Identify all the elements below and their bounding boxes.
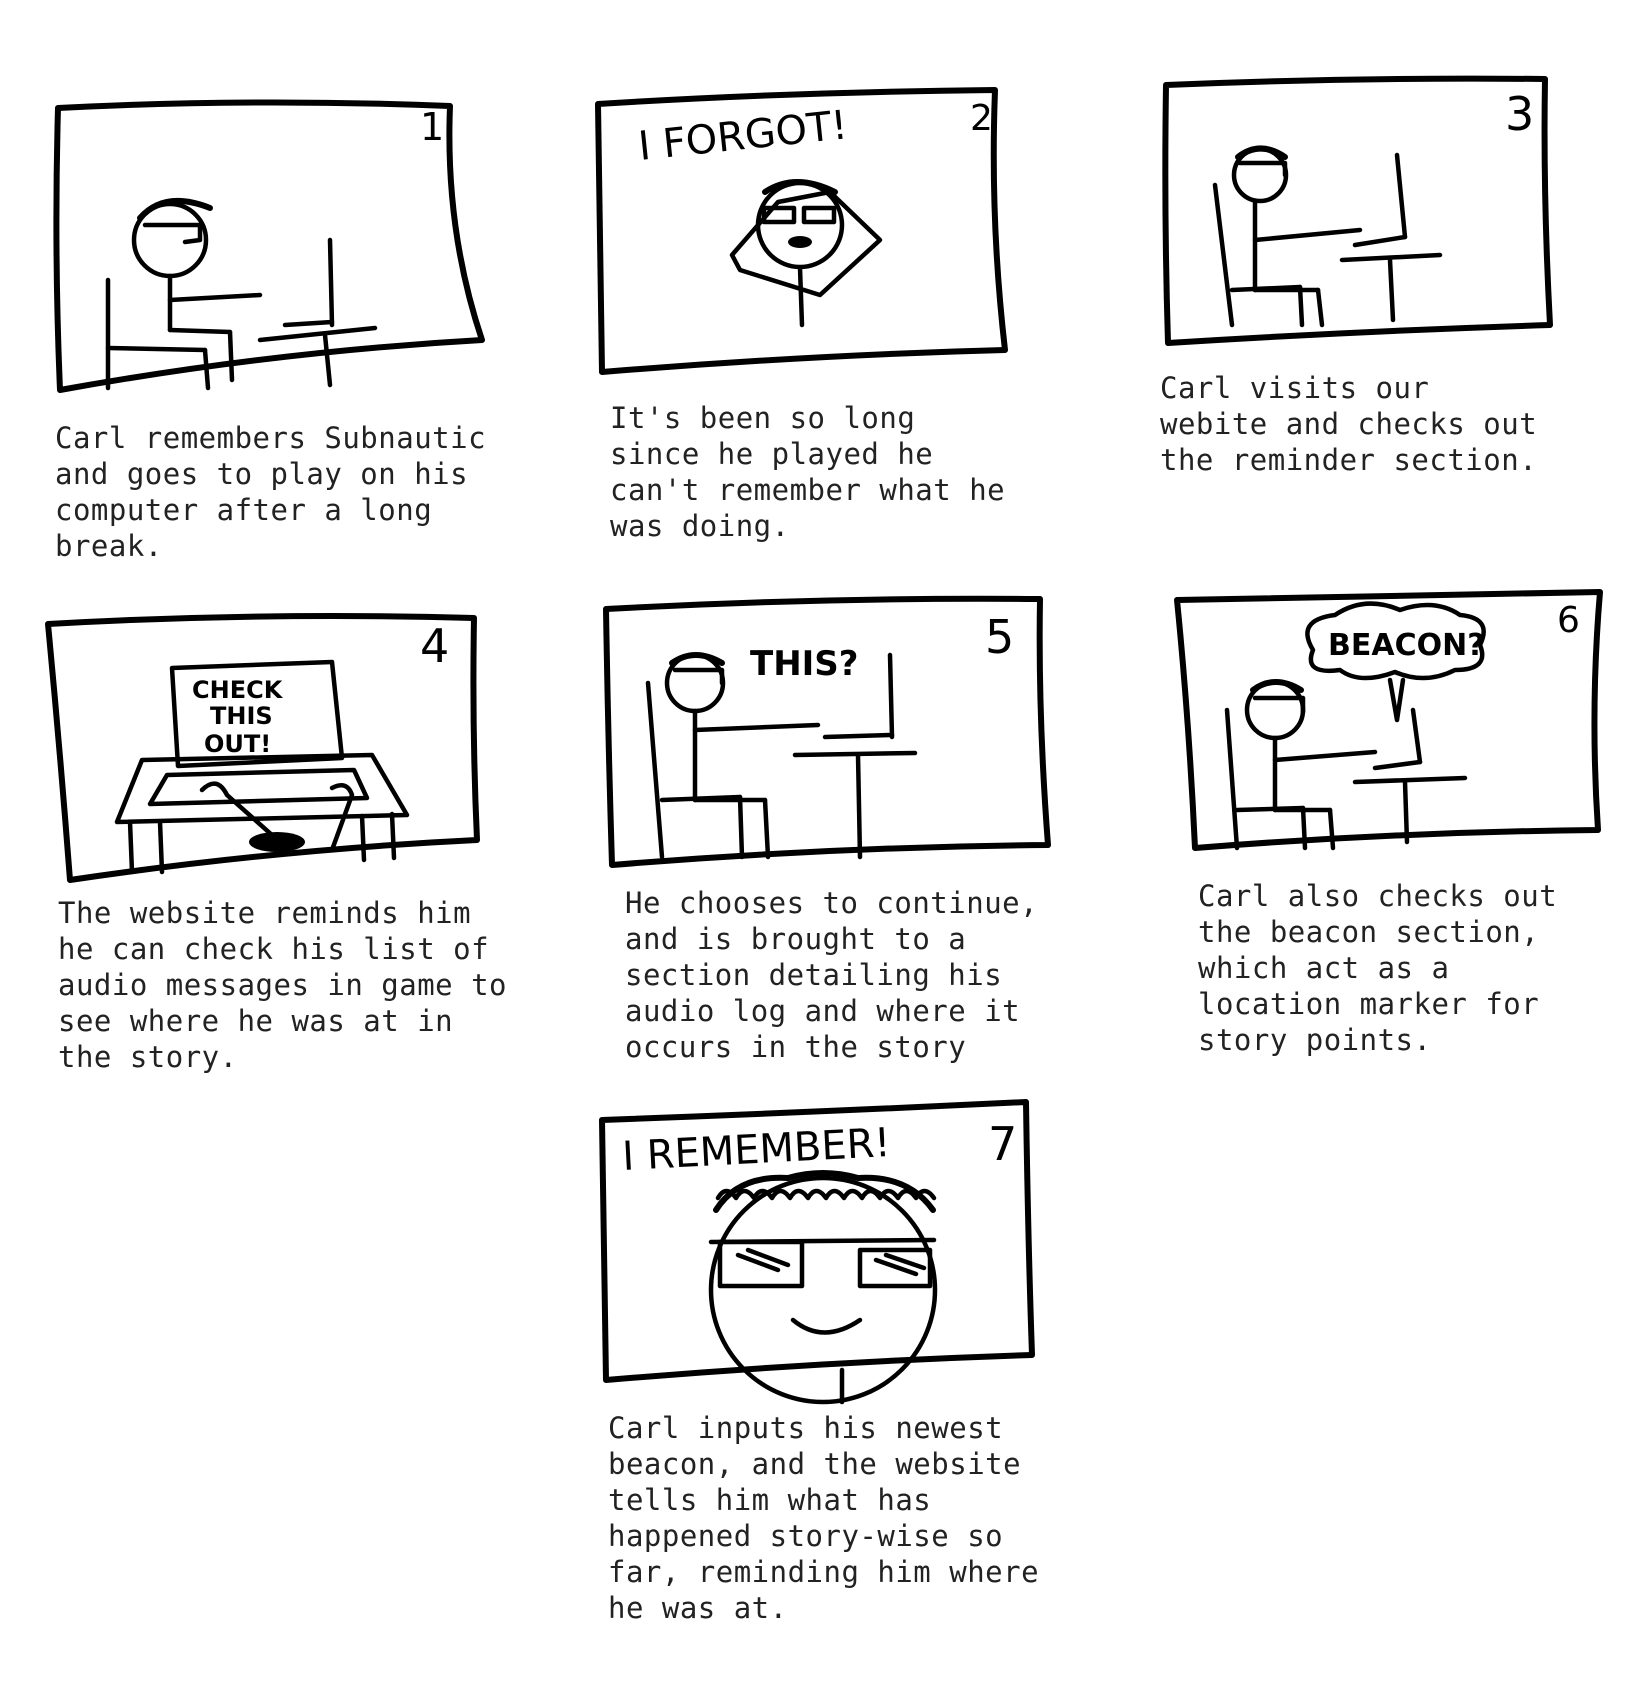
panel-4-screen-line-3: OUT! <box>204 730 271 758</box>
panel-3-number: 3 <box>1505 87 1534 141</box>
panel-6-number: 6 <box>1557 600 1580 641</box>
storyboard-panel-1: 1 <box>50 90 490 410</box>
panel-1-caption: Carl remembers Subnautic and goes to pla… <box>55 421 487 563</box>
storyboard-panel-2: 2 I FORGOT! <box>590 80 1010 380</box>
panel-4-screen-text: CHECK THIS OUT! <box>192 676 291 758</box>
panel-7-speech: I REMEMBER! <box>621 1120 891 1180</box>
panel-4-drawing: 4 CHECK THIS OUT! <box>45 613 480 883</box>
panel-1-drawing: 1 <box>53 99 485 393</box>
panel-2-caption: It's been so long since he played he can… <box>610 401 1006 543</box>
panel-5-number: 5 <box>985 610 1014 664</box>
panel-1-number: 1 <box>420 105 444 149</box>
panel-3-drawing: 3 <box>1162 75 1553 346</box>
storyboard-panel-5: 5 THIS? <box>600 595 1055 875</box>
panel-6-drawing: 6 BEACON? <box>1174 589 1603 851</box>
panel-3-caption: Carl visits our webite and checks out th… <box>1160 371 1538 477</box>
panel-4-screen-line-1: CHECK <box>192 676 284 704</box>
panel-2-drawing: 2 I FORGOT! <box>595 87 1008 375</box>
storyboard-panel-3: 3 <box>1160 75 1560 355</box>
panel-2-number: 2 <box>970 98 993 139</box>
panel-7-number: 7 <box>988 1117 1017 1171</box>
panel-4-caption: The website reminds him he can check his… <box>58 896 507 1074</box>
panel-5-caption: He chooses to continue, and is brought t… <box>625 886 1039 1064</box>
storyboard-panel-7: 7 I REMEMBER! <box>598 1099 1038 1405</box>
storyboard-panel-4: 4 CHECK THIS OUT! <box>42 610 492 890</box>
panel-5-drawing: 5 THIS? <box>603 595 1051 868</box>
storyboard-panel-6: 6 BEACON? <box>1174 589 1605 860</box>
panel-4-number: 4 <box>420 619 449 673</box>
panel-7-caption: Carl inputs his newest beacon, and the w… <box>608 1411 1040 1625</box>
panel-6-speech: BEACON? <box>1328 628 1485 663</box>
panel-4-screen-line-2: THIS <box>210 702 273 730</box>
panel-2-speech: I FORGOT! <box>636 102 849 170</box>
panel-5-speech: THIS? <box>750 644 859 684</box>
panel-6-caption: Carl also checks out the beacon section,… <box>1198 879 1558 1057</box>
panel-7-drawing: 7 I REMEMBER! <box>599 1099 1035 1405</box>
